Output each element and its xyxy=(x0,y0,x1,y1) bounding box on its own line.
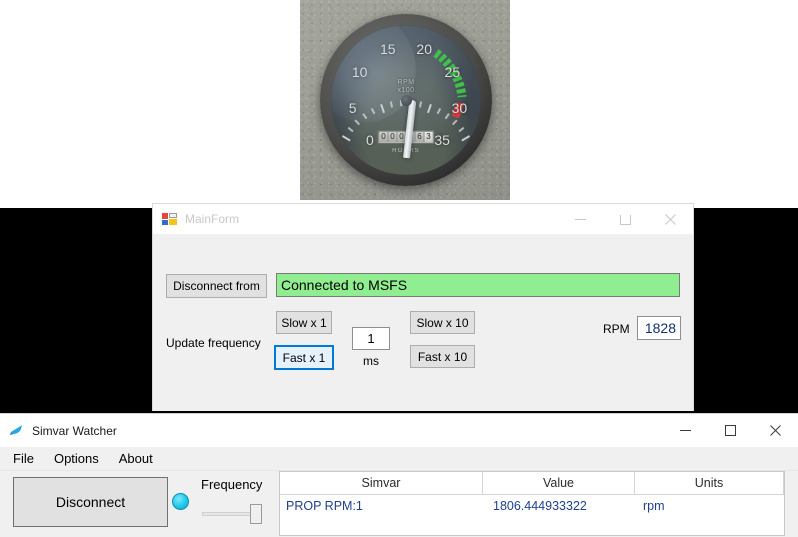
gauge-center-label-line2: x100 xyxy=(397,87,414,95)
connection-status-box: Connected to MSFS xyxy=(276,273,680,297)
menu-bar[interactable]: File Options About xyxy=(0,447,798,471)
column-header-value[interactable]: Value xyxy=(483,472,635,494)
menu-item-file[interactable]: File xyxy=(8,449,43,468)
hour-meter-tenths-digit: 3 xyxy=(425,132,433,142)
gauge-inner-bezel: 05101520253035 RPM x100 000363 HOURS xyxy=(331,25,481,175)
plug-icon xyxy=(9,423,25,439)
aircraft-tachometer-photo: 05101520253035 RPM x100 000363 HOURS xyxy=(300,0,510,200)
simvar-watcher-window[interactable]: Simvar Watcher File Options About Discon… xyxy=(0,413,798,535)
rpm-label: RPM xyxy=(603,322,630,336)
simvar-watcher-client-area: Disconnect Frequency Simvar Value Units … xyxy=(0,471,798,537)
interval-units-label: ms xyxy=(363,354,379,368)
gauge-number-35: 35 xyxy=(434,132,450,148)
frequency-slider-thumb[interactable] xyxy=(250,504,262,524)
interval-input[interactable]: 1 xyxy=(352,327,390,350)
frequency-slider-track[interactable] xyxy=(202,512,252,516)
cell-units[interactable]: rpm xyxy=(635,499,784,513)
close-button[interactable] xyxy=(753,414,798,447)
cell-simvar[interactable]: PROP RPM:1 xyxy=(280,499,483,513)
hour-meter-digit-4: 6 xyxy=(416,132,425,142)
disconnect-button[interactable]: Disconnect xyxy=(13,477,168,527)
hour-meter-digit-0: 0 xyxy=(380,132,389,142)
gauge-bezel: 05101520253035 RPM x100 000363 HOURS xyxy=(320,14,492,186)
gauge-needle-hub xyxy=(401,95,412,106)
close-button[interactable] xyxy=(648,204,693,234)
mainform-title: MainForm xyxy=(185,212,239,226)
winforms-icon xyxy=(162,211,178,227)
update-frequency-label: Update frequency xyxy=(166,336,261,350)
gauge-number-30: 30 xyxy=(452,100,468,116)
mainform-client-area: Disconnect from Connected to MSFS Update… xyxy=(153,234,693,411)
gauge-number-20: 20 xyxy=(416,41,432,57)
gauge-number-0: 0 xyxy=(366,132,374,148)
menu-item-about[interactable]: About xyxy=(114,449,162,468)
simvar-grid-header: Simvar Value Units xyxy=(280,472,784,495)
maximize-button[interactable] xyxy=(708,414,753,447)
gauge-number-25: 25 xyxy=(445,64,461,80)
minimize-button[interactable] xyxy=(663,414,708,447)
frequency-label: Frequency xyxy=(201,477,262,492)
gauge-center-label-line1: RPM xyxy=(397,79,414,87)
simvar-watcher-caption-buttons[interactable] xyxy=(663,414,798,447)
rpm-value-box: 1828 xyxy=(637,316,681,340)
hour-meter-digit-1: 0 xyxy=(389,132,398,142)
menu-item-options[interactable]: Options xyxy=(49,449,108,468)
slow-x10-button[interactable]: Slow x 10 xyxy=(410,311,475,334)
gauge-center-label: RPM x100 xyxy=(397,79,414,95)
simvar-data-grid[interactable]: Simvar Value Units PROP RPM:1 1806.44493… xyxy=(279,471,785,536)
mainform-titlebar[interactable]: MainForm xyxy=(153,204,693,234)
connection-status-led xyxy=(172,493,189,510)
mainform-caption-buttons[interactable] xyxy=(558,204,693,234)
simvar-watcher-title: Simvar Watcher xyxy=(32,424,117,438)
cell-value[interactable]: 1806.444933322 xyxy=(483,499,635,513)
table-row[interactable]: PROP RPM:1 1806.444933322 rpm xyxy=(280,495,784,517)
mainform-window[interactable]: MainForm Disconnect from Connected to MS… xyxy=(152,203,694,411)
fast-x10-button[interactable]: Fast x 10 xyxy=(410,345,475,368)
minimize-button[interactable] xyxy=(558,204,603,234)
fast-x1-button[interactable]: Fast x 1 xyxy=(274,345,334,370)
frequency-slider[interactable] xyxy=(202,502,264,524)
column-header-units[interactable]: Units xyxy=(635,472,784,494)
column-header-simvar[interactable]: Simvar xyxy=(280,472,483,494)
disconnect-from-button[interactable]: Disconnect from xyxy=(166,274,267,298)
maximize-button[interactable] xyxy=(603,204,648,234)
slow-x1-button[interactable]: Slow x 1 xyxy=(276,311,332,334)
simvar-watcher-titlebar[interactable]: Simvar Watcher xyxy=(0,414,798,447)
